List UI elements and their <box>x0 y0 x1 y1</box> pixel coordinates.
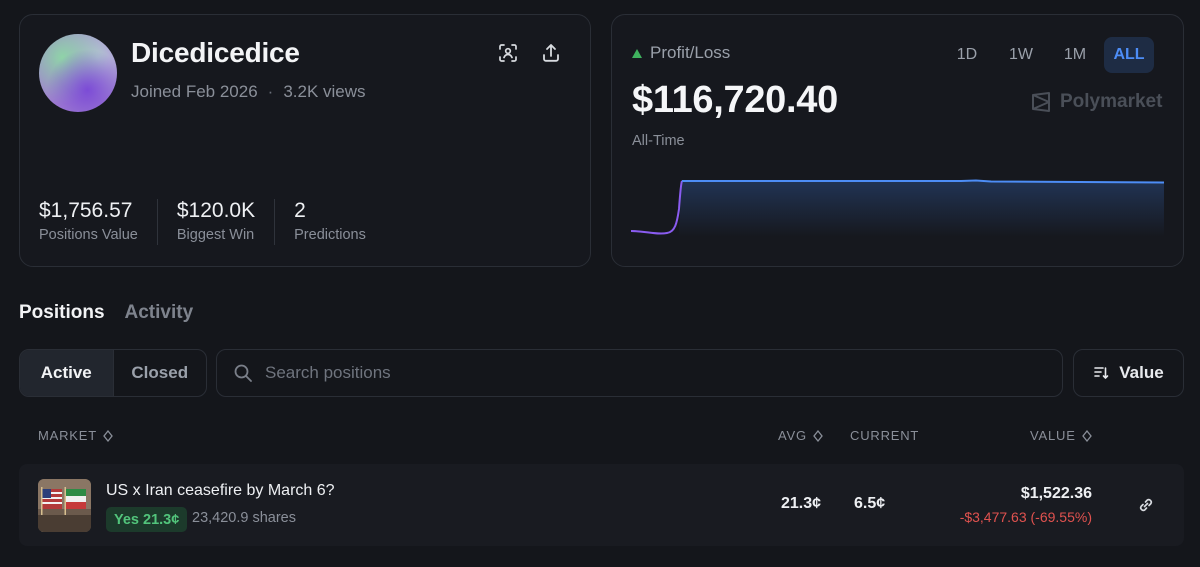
pnl-value: $116,720.40 <box>632 79 838 121</box>
sort-value-button[interactable]: Value <box>1073 349 1184 397</box>
username: Dicedicedice <box>131 37 300 68</box>
stat-value: 2 <box>294 199 306 222</box>
sort-diamond-icon <box>813 429 823 442</box>
brand: Polymarket <box>1030 91 1162 113</box>
outcome-badge: Yes 21.3¢ <box>106 507 188 532</box>
filter-active-button[interactable]: Active <box>20 350 113 396</box>
triangle-up-icon <box>632 48 642 58</box>
pnl-label: Profit/Loss <box>650 43 731 62</box>
sort-diamond-icon <box>1081 429 1092 442</box>
shares-count: 23,420.9 shares <box>192 510 296 526</box>
market-thumbnail <box>38 479 91 532</box>
scan-profile-button[interactable] <box>494 39 522 67</box>
stat-label: Positions Value <box>39 227 138 243</box>
brand-name: Polymarket <box>1060 91 1163 112</box>
filter-closed-button[interactable]: Closed <box>112 350 207 396</box>
header-label: MARKET <box>38 428 97 443</box>
flags-image-icon <box>38 479 91 532</box>
section-tabs: Positions Activity <box>19 302 193 324</box>
current-price: 6.5¢ <box>854 495 886 512</box>
range-tab-1d[interactable]: 1D <box>942 37 992 73</box>
header-market[interactable]: MARKET <box>38 428 113 443</box>
share-icon <box>543 44 559 62</box>
market-title[interactable]: US x Iran ceasefire by March 6? <box>106 482 335 500</box>
share-button[interactable] <box>537 39 565 67</box>
pnl-period-label: All-Time <box>632 133 685 149</box>
profile-meta: Joined Feb 2026 · 3.2K views <box>131 82 366 102</box>
header-value[interactable]: VALUE <box>1030 428 1092 443</box>
table-row[interactable]: US x Iran ceasefire by March 6? Yes 21.3… <box>19 464 1184 546</box>
range-tab-1m[interactable]: 1M <box>1050 37 1100 73</box>
header-label: AVG <box>778 428 807 443</box>
profile-stats: $1,756.57 Positions Value $120.0K Bigges… <box>39 199 404 245</box>
search-box <box>216 349 1063 397</box>
position-pnl: -$3,477.63 (-69.55%) <box>959 509 1092 525</box>
search-icon <box>234 364 252 382</box>
sort-icon <box>1094 367 1109 380</box>
search-input[interactable] <box>265 363 1025 383</box>
view-count: 3.2K views <box>283 82 366 101</box>
sort-label: Value <box>1119 363 1164 382</box>
pnl-line-purple <box>631 180 683 235</box>
polymarket-logo-icon <box>1032 92 1050 112</box>
header-avg[interactable]: AVG <box>778 428 823 443</box>
header-label: VALUE <box>1030 428 1076 443</box>
avatar <box>39 34 117 112</box>
stat-label: Biggest Win <box>176 227 255 243</box>
range-tab-all[interactable]: ALL <box>1104 37 1154 73</box>
position-value: $1,522.36 <box>1020 485 1092 502</box>
pnl-area <box>679 181 1164 237</box>
pnl-chart <box>631 179 1164 237</box>
header-current: CURRENT <box>850 428 919 443</box>
status-toggle: Active Closed <box>19 349 207 397</box>
pnl-card: Profit/Loss 1D 1W 1M ALL $116,720.40 All… <box>611 14 1184 267</box>
joined-date: Joined Feb 2026 <box>131 82 258 101</box>
stat-value: $1,756.57 <box>39 199 133 222</box>
header-label: CURRENT <box>850 428 920 443</box>
pnl-header: Profit/Loss <box>632 43 730 63</box>
link-icon <box>1139 498 1153 512</box>
meta-separator: · <box>267 82 274 101</box>
scan-icon <box>499 44 517 62</box>
stat-biggest-win: $120.0K Biggest Win <box>176 199 276 245</box>
tab-activity[interactable]: Activity <box>125 302 194 324</box>
tab-positions[interactable]: Positions <box>19 302 105 324</box>
sort-diamond-icon <box>103 429 113 442</box>
range-tabs: 1D 1W 1M ALL <box>942 37 1154 73</box>
avg-price: 21.3¢ <box>781 495 822 512</box>
stat-predictions: 2 Predictions <box>294 199 385 245</box>
stat-label: Predictions <box>294 227 366 243</box>
stat-value: $120.0K <box>176 199 256 222</box>
range-tab-1w[interactable]: 1W <box>996 37 1046 73</box>
profile-card: Dicedicedice Joined Feb 2026 · 3.2K view… <box>19 14 591 267</box>
market-link-button[interactable] <box>1136 495 1156 515</box>
value-cell: $1,522.36 -$3,477.63 (-69.55%) <box>960 485 1092 525</box>
stat-positions-value: $1,756.57 Positions Value <box>39 199 158 245</box>
